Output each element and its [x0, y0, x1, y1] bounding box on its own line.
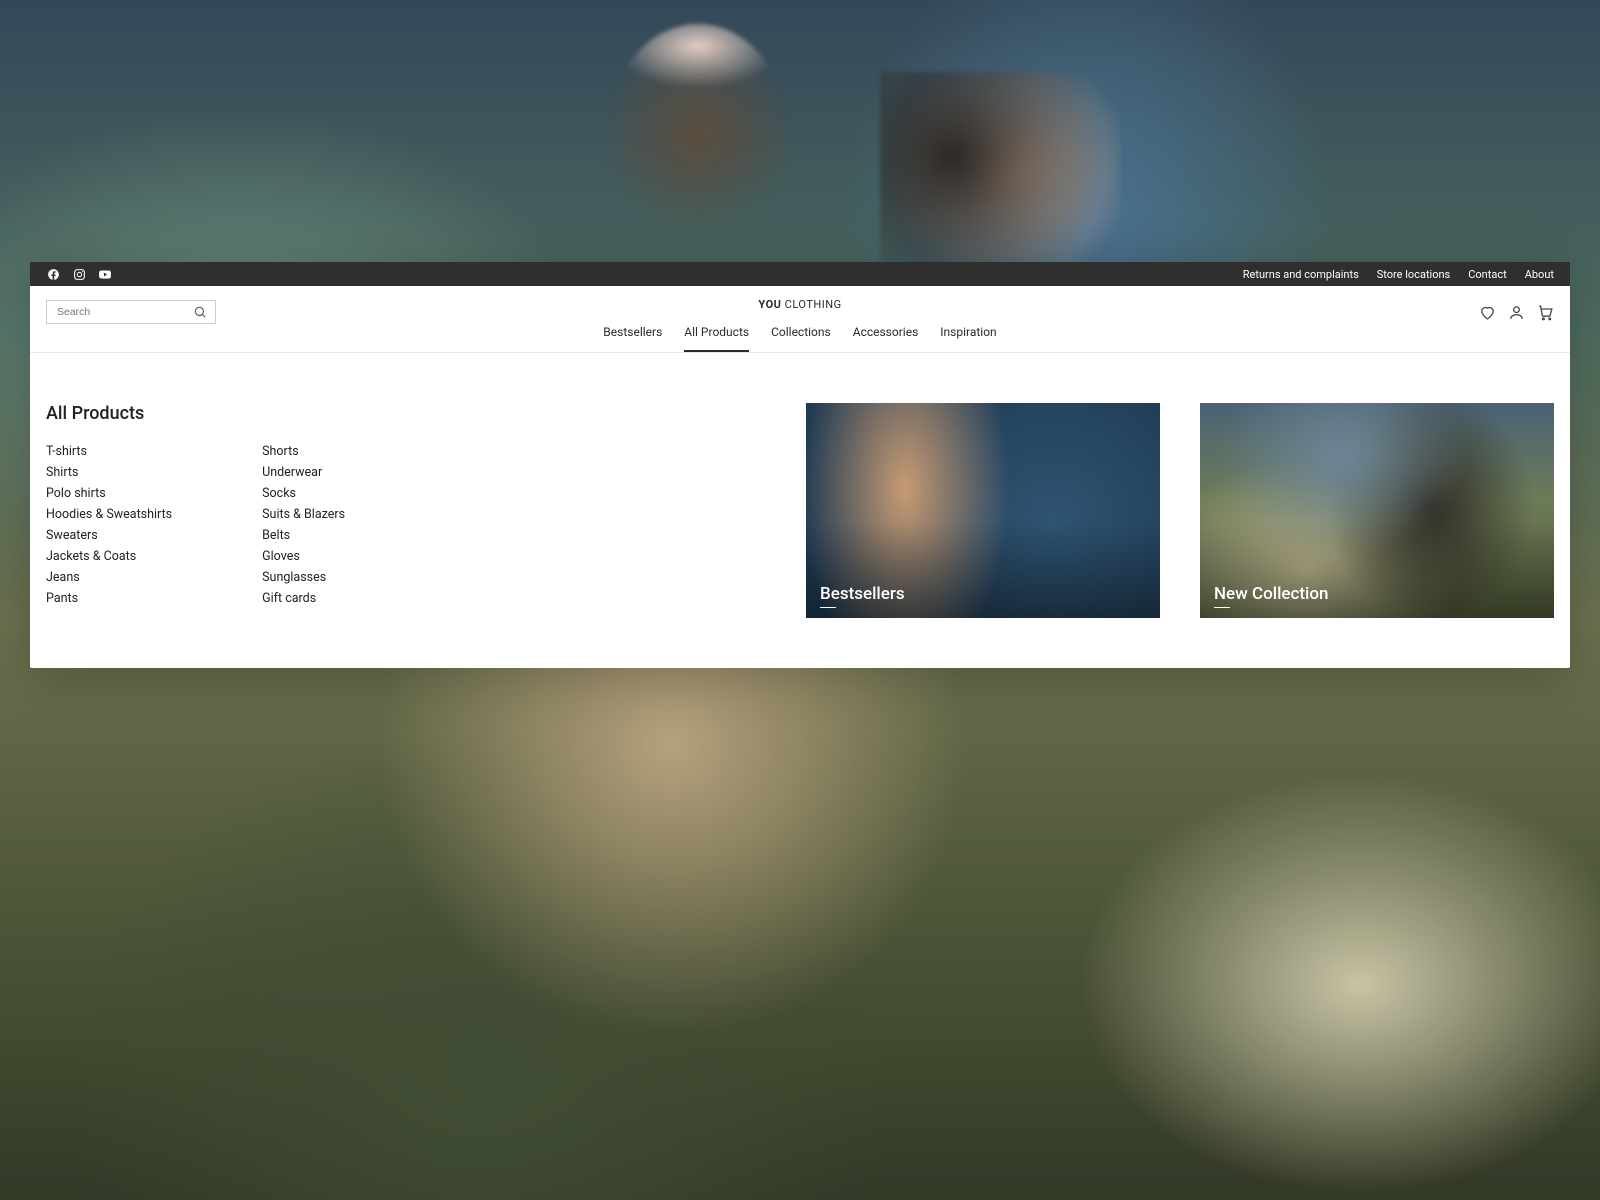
promo-label: Bestsellers: [820, 584, 905, 604]
wishlist-icon[interactable]: [1479, 304, 1496, 321]
category-link[interactable]: Gloves: [262, 549, 345, 564]
utility-link-returns[interactable]: Returns and complaints: [1243, 268, 1359, 281]
nav-tab-inspiration[interactable]: Inspiration: [940, 325, 996, 352]
category-link[interactable]: Shirts: [46, 465, 172, 480]
category-list-2: Shorts Underwear Socks Suits & Blazers B…: [262, 444, 345, 606]
nav-tab-accessories[interactable]: Accessories: [853, 325, 919, 352]
mega-menu: All Products T-shirts Shirts Polo shirts…: [30, 353, 1570, 668]
category-link[interactable]: Sweaters: [46, 528, 172, 543]
instagram-icon[interactable]: [72, 267, 86, 281]
category-link[interactable]: Belts: [262, 528, 345, 543]
promo-card-bestsellers[interactable]: Bestsellers: [806, 403, 1160, 618]
site-header-megamenu-panel: Returns and complaints Store locations C…: [30, 262, 1570, 668]
logo-bold: YOU: [758, 298, 781, 311]
nav-tab-bestsellers[interactable]: Bestsellers: [603, 325, 662, 352]
facebook-icon[interactable]: [46, 267, 60, 281]
promo-label: New Collection: [1214, 584, 1329, 604]
site-logo[interactable]: YOU CLOTHING: [758, 298, 841, 311]
nav-tab-collections[interactable]: Collections: [771, 325, 831, 352]
logo-light: CLOTHING: [785, 298, 842, 311]
category-link[interactable]: Polo shirts: [46, 486, 172, 501]
utility-link-stores[interactable]: Store locations: [1377, 268, 1450, 281]
category-link[interactable]: Suits & Blazers: [262, 507, 345, 522]
utility-links: Returns and complaints Store locations C…: [1243, 268, 1554, 281]
promo-underline: [1214, 607, 1230, 609]
category-link[interactable]: Hoodies & Sweatshirts: [46, 507, 172, 522]
category-link[interactable]: Socks: [262, 486, 345, 501]
category-link[interactable]: T-shirts: [46, 444, 172, 459]
main-header: YOU CLOTHING Bestsellers All Products Co…: [30, 286, 1570, 353]
primary-nav: Bestsellers All Products Collections Acc…: [603, 325, 996, 352]
cart-icon[interactable]: [1537, 304, 1554, 321]
category-link[interactable]: Gift cards: [262, 591, 345, 606]
category-link[interactable]: Underwear: [262, 465, 345, 480]
utility-link-contact[interactable]: Contact: [1468, 268, 1506, 281]
category-link[interactable]: Pants: [46, 591, 172, 606]
mega-menu-title: All Products: [46, 403, 770, 424]
search-field[interactable]: [46, 300, 216, 324]
category-list-1: T-shirts Shirts Polo shirts Hoodies & Sw…: [46, 444, 172, 606]
account-icon[interactable]: [1508, 304, 1525, 321]
nav-tab-all-products[interactable]: All Products: [684, 325, 749, 352]
utility-link-about[interactable]: About: [1525, 268, 1554, 281]
category-link[interactable]: Jackets & Coats: [46, 549, 172, 564]
search-input[interactable]: [57, 306, 193, 318]
category-link[interactable]: Sunglasses: [262, 570, 345, 585]
youtube-icon[interactable]: [98, 267, 112, 281]
search-icon[interactable]: [193, 305, 207, 319]
category-link[interactable]: Jeans: [46, 570, 172, 585]
category-link[interactable]: Shorts: [262, 444, 345, 459]
promo-underline: [820, 607, 836, 609]
utility-bar: Returns and complaints Store locations C…: [30, 262, 1570, 286]
promo-card-new-collection[interactable]: New Collection: [1200, 403, 1554, 618]
